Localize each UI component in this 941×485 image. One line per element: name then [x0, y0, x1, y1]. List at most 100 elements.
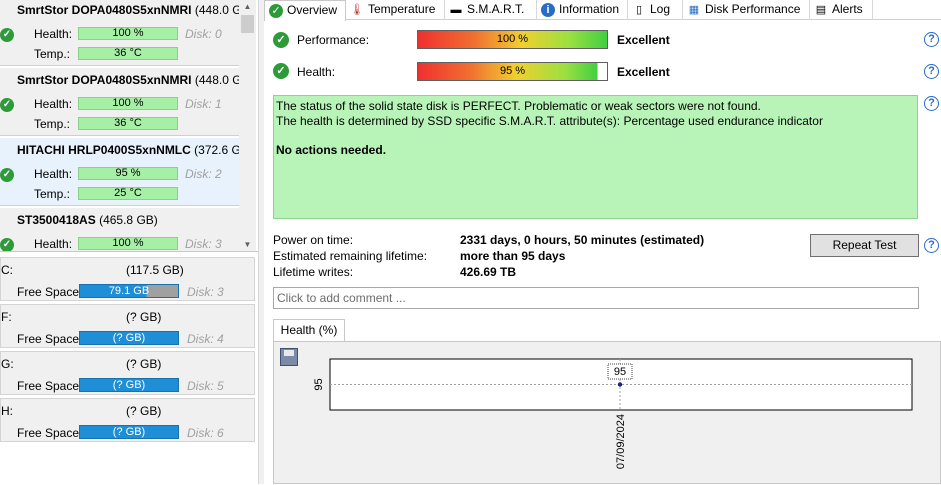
- tab-information[interactable]: i Information: [537, 0, 628, 20]
- chart-area: 95 95 07/09/2024: [273, 341, 941, 484]
- tab-label: Disk Performance: [705, 2, 801, 16]
- free-space-bar: (? GB): [79, 378, 179, 392]
- health-bar: 100 %: [78, 237, 178, 250]
- y-tick-label: 95: [313, 378, 325, 390]
- health-chart: 95 95 07/09/2024: [313, 358, 913, 469]
- partition-letter: H:: [1, 404, 13, 418]
- free-space-label: Free Space: [17, 426, 80, 440]
- partition-item[interactable]: F: (? GB) Free Space (? GB) Disk: 4: [0, 304, 255, 348]
- scroll-down-icon[interactable]: ▼: [239, 238, 256, 251]
- tab-temperature[interactable]: 🌡 Temperature: [346, 0, 445, 20]
- tab-label: Alerts: [832, 2, 863, 16]
- chart-icon: ▦: [688, 4, 700, 16]
- comment-input[interactable]: Click to add comment ...: [273, 287, 919, 309]
- data-label: 95: [614, 366, 626, 378]
- partition-letter: F:: [1, 310, 12, 324]
- free-space-bar: (? GB): [79, 331, 179, 345]
- partition-capacity: (? GB): [126, 404, 162, 418]
- disk-number: Disk: 3: [185, 237, 222, 251]
- partition-item[interactable]: H: (? GB) Free Space (? GB) Disk: 6: [0, 398, 255, 442]
- disk-title: SmrtStor DOPA0480S5xnNMRI (448.0 GB): [17, 3, 254, 17]
- x-tick-label: 07/09/2024: [615, 414, 627, 469]
- check-icon: ✓: [273, 32, 289, 48]
- disk-number: Disk: 3: [187, 285, 224, 299]
- status-action: No actions needed.: [276, 143, 387, 157]
- disk-title: SmrtStor DOPA0480S5xnNMRI (448.0 GB): [17, 73, 254, 87]
- health-label: Health:: [34, 167, 73, 181]
- health-bar: 95 %: [78, 167, 178, 180]
- power-on-label: Power on time:: [273, 233, 354, 247]
- help-icon[interactable]: ?: [924, 64, 939, 79]
- tab-log[interactable]: ▯ Log: [628, 0, 683, 20]
- help-icon[interactable]: ?: [924, 32, 939, 47]
- status-message-box: The status of the solid state disk is PE…: [273, 95, 918, 219]
- scroll-thumb[interactable]: [241, 15, 254, 33]
- tab-smart[interactable]: ▬ S.M.A.R.T.: [445, 0, 537, 20]
- left-panel: SmrtStor DOPA0480S5xnNMRI (448.0 GB) ✓ H…: [0, 0, 258, 484]
- disk-list-scrollbar[interactable]: ▲ ▼: [239, 0, 256, 251]
- tab-health-chart[interactable]: Health (%): [273, 319, 345, 342]
- thermometer-icon: 🌡: [350, 4, 364, 16]
- temp-label: Temp.:: [34, 117, 71, 131]
- temp-bar: 36 °C: [78, 117, 178, 130]
- check-icon: ✓: [269, 4, 283, 18]
- tab-label: Temperature: [368, 2, 436, 16]
- temp-bar: 25 °C: [78, 187, 178, 200]
- disk-number: Disk: 1: [185, 97, 222, 111]
- disk-number: Disk: 2: [185, 167, 222, 181]
- tab-bar: ✓ Overview 🌡 Temperature ▬ S.M.A.R.T. i …: [264, 0, 941, 21]
- alert-document-icon: ▤: [815, 4, 827, 16]
- repeat-test-button[interactable]: Repeat Test: [810, 234, 919, 257]
- disk-name: SmrtStor DOPA0480S5xnNMRI: [17, 3, 192, 17]
- disk-number: Disk: 0: [185, 27, 222, 41]
- disk-item[interactable]: SmrtStor DOPA0480S5xnNMRI (448.0 GB) ✓ H…: [0, 0, 254, 66]
- health-bar: 100 %: [78, 97, 178, 110]
- check-icon: ✓: [0, 238, 14, 251]
- tab-label: Log: [650, 2, 671, 16]
- health-gauge: 95 %: [417, 62, 608, 81]
- tab-alerts[interactable]: ▤ Alerts: [810, 0, 873, 20]
- free-space-bar: 79.1 GB: [79, 284, 179, 298]
- scroll-up-icon[interactable]: ▲: [239, 0, 256, 14]
- lifetime-writes-label: Lifetime writes:: [273, 265, 354, 279]
- health-label: Health:: [34, 237, 73, 251]
- partition-letter: G:: [1, 357, 14, 371]
- disk-number: Disk: 6: [187, 426, 224, 440]
- health-rating: Excellent: [617, 65, 670, 79]
- remaining-lifetime-value: more than 95 days: [460, 249, 566, 263]
- disk-item[interactable]: ST3500418AS (465.8 GB) ✓ Health: 100 % D…: [0, 208, 239, 251]
- temp-bar: 36 °C: [78, 47, 178, 60]
- disk-capacity: (465.8 GB): [99, 213, 158, 227]
- status-line: The status of the solid state disk is PE…: [276, 99, 761, 113]
- help-icon[interactable]: ?: [924, 238, 939, 253]
- disk-title: HITACHI HRLP0400S5xnNMLC (372.6 GB): [17, 143, 253, 157]
- performance-gauge: 100 %: [417, 30, 608, 49]
- info-icon: i: [541, 3, 555, 17]
- check-icon: ✓: [273, 63, 289, 79]
- check-icon: ✓: [0, 28, 14, 42]
- tab-disk-performance[interactable]: ▦ Disk Performance: [683, 0, 810, 20]
- temp-label: Temp.:: [34, 187, 71, 201]
- partition-capacity: (? GB): [126, 310, 162, 324]
- temp-label: Temp.:: [34, 47, 71, 61]
- disk-number: Disk: 5: [187, 379, 224, 393]
- help-icon[interactable]: ?: [924, 96, 939, 111]
- remaining-lifetime-label: Estimated remaining lifetime:: [273, 249, 428, 263]
- performance-rating: Excellent: [617, 33, 670, 47]
- health-label: Health:: [34, 97, 73, 111]
- partition-item[interactable]: G: (? GB) Free Space (? GB) Disk: 5: [0, 351, 255, 395]
- tab-label: S.M.A.R.T.: [467, 2, 525, 16]
- partition-letter: C:: [1, 263, 13, 277]
- tab-overview[interactable]: ✓ Overview: [264, 0, 346, 21]
- free-space-label: Free Space: [17, 379, 80, 393]
- disk-item[interactable]: SmrtStor DOPA0480S5xnNMRI (448.0 GB) ✓ H…: [0, 68, 254, 136]
- performance-label: Performance:: [297, 33, 370, 47]
- partition-item[interactable]: C: (117.5 GB) Free Space 79.1 GB Disk: 3: [0, 257, 255, 301]
- health-label: Health:: [297, 65, 336, 79]
- disk-title: ST3500418AS (465.8 GB): [17, 213, 158, 227]
- power-on-value: 2331 days, 0 hours, 50 minutes (estimate…: [460, 233, 705, 247]
- disk-list: SmrtStor DOPA0480S5xnNMRI (448.0 GB) ✓ H…: [0, 0, 258, 252]
- disk-item-selected[interactable]: HITACHI HRLP0400S5xnNMLC (372.6 GB) ✓ He…: [0, 138, 253, 206]
- free-space-label: Free Space: [17, 285, 80, 299]
- tab-label: Overview: [287, 3, 338, 17]
